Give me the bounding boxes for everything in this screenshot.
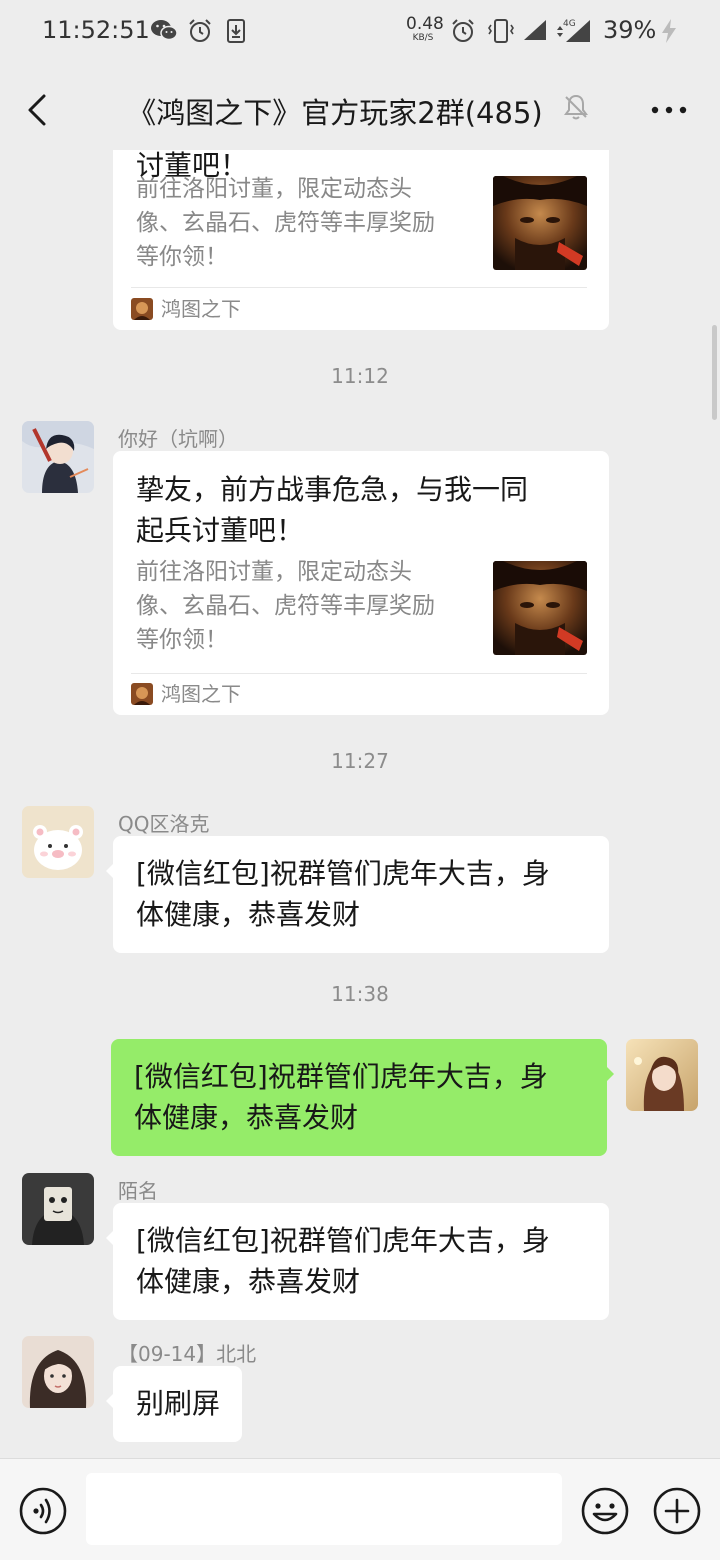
more-functions-button[interactable] [652,1486,702,1536]
message-bubble[interactable]: [微信红包]祝群管们虎年大吉，身 体健康，恭喜发财 [106,836,609,953]
status-bar: 11:52:51 0.48 KB/S 4G 39% [0,0,720,66]
link-card-description: 前往洛阳讨董，限定动态头 像、玄晶石、虎符等丰厚奖励 等你领！ [136,559,435,653]
battery-level: 39% [603,16,657,44]
scrollbar[interactable] [712,325,717,420]
sender-name: QQ区洛克 [118,812,210,836]
link-card-thumbnail [493,561,587,655]
alarm-icon [452,19,474,42]
charging-icon [662,19,676,43]
my-avatar[interactable] [626,1039,698,1111]
emoji-icon [581,1487,629,1535]
link-card-thumbnail [493,176,587,270]
voice-button[interactable] [18,1486,68,1536]
download-icon [227,19,245,43]
link-card-divider [131,287,587,288]
message-time: 11:12 [331,364,389,388]
chat-header: 《鸿图之下》官方玩家2群(485) [0,66,720,152]
message-input[interactable] [86,1473,562,1545]
voice-icon [19,1487,67,1535]
message-bubble[interactable]: [微信红包]祝群管们虎年大吉，身 体健康，恭喜发财 [106,1203,609,1320]
network-speed: 0.48 KB/S [406,14,444,43]
avatar[interactable] [22,806,94,878]
link-card[interactable]: 挚友，前方战事危急，与我一同 起兵讨董吧！ 前往洛阳讨董，限定动态头 像、玄晶石… [113,451,609,715]
link-card-description: 前往洛阳讨董，限定动态头 像、玄晶石、虎符等丰厚奖励 等你领！ [136,176,435,270]
more-button[interactable] [646,92,692,128]
svg-text:4G: 4G [563,19,576,29]
sender-name: 你好（坑啊） [118,427,238,451]
sender-name: 【09-14】北北 [118,1342,257,1366]
vibrate-icon [488,19,514,43]
message-time: 11:38 [331,982,389,1006]
link-card-divider [131,673,587,674]
alarm-icon [189,19,211,42]
chat-message-list[interactable]: 挚友，前方战事危急，与我一同起兵讨董吧！ 前往洛阳讨董，限定动态头 像、玄晶石、… [0,150,720,1458]
status-time: 11:52:51 [42,16,150,44]
my-message-bubble[interactable]: [微信红包]祝群管们虎年大吉，身 体健康，恭喜发财 [111,1039,614,1156]
message-bubble[interactable]: 别刷屏 [105,1366,243,1442]
back-arrow-icon [28,94,46,126]
link-card-title: 挚友，前方战事危急，与我一同 起兵讨董吧！ [136,473,529,547]
mute-bell-icon [564,94,588,120]
emoji-button[interactable] [580,1486,630,1536]
chat-title: 《鸿图之下》官方玩家2群(485) [127,96,543,130]
link-card[interactable]: 挚友，前方战事危急，与我一同起兵讨董吧！ 前往洛阳讨董，限定动态头 像、玄晶石、… [113,150,609,330]
game-logo-icon [131,298,153,320]
more-dots-icon [651,106,687,114]
message-time: 11:27 [331,749,389,773]
avatar[interactable] [22,1336,94,1408]
avatar[interactable] [22,1173,94,1245]
sender-name: 陌名 [118,1179,158,1203]
avatar[interactable] [22,421,94,493]
signal-4g-icon: 4G [557,19,590,42]
input-bar [0,1458,720,1560]
signal-icon [524,20,546,40]
game-logo-icon [131,683,153,705]
wechat-icon [151,20,178,41]
plus-icon [653,1487,701,1535]
back-button[interactable] [18,88,58,132]
